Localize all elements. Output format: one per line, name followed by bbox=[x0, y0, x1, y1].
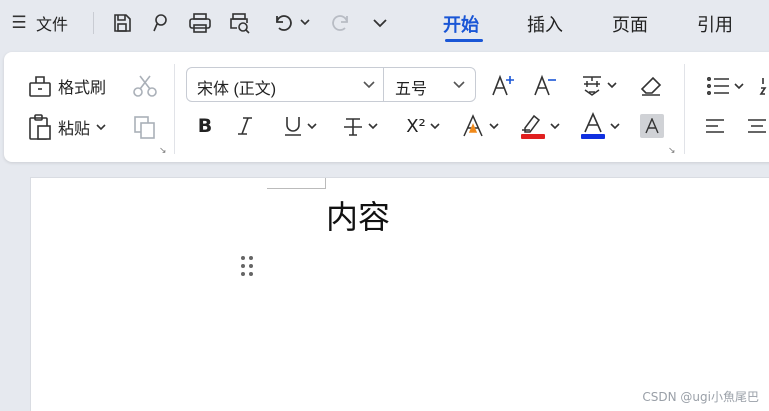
redo-icon[interactable] bbox=[328, 9, 356, 37]
highlighter-icon bbox=[520, 112, 546, 140]
clipboard-launcher-icon[interactable]: ↘ bbox=[159, 146, 167, 156]
chevron-down-icon bbox=[96, 124, 106, 131]
file-menu-button[interactable]: 文件 bbox=[36, 12, 68, 34]
chevron-down-icon bbox=[307, 123, 317, 130]
phonetic-guide-icon[interactable] bbox=[574, 70, 622, 100]
bullet-list-icon[interactable] bbox=[702, 72, 748, 100]
font-selector: 宋体 (正文) 五号 bbox=[186, 67, 476, 102]
tab-insert[interactable]: 插入 bbox=[527, 10, 563, 38]
bold-icon[interactable]: B bbox=[192, 112, 218, 140]
chevron-down-icon bbox=[610, 123, 620, 130]
underline-icon[interactable] bbox=[278, 112, 322, 140]
align-center-icon[interactable] bbox=[744, 114, 769, 138]
strikethrough-icon[interactable] bbox=[338, 112, 382, 140]
superscript-icon: X² bbox=[406, 115, 426, 137]
italic-icon[interactable] bbox=[232, 112, 258, 140]
paste-icon bbox=[29, 114, 51, 140]
font-name-select[interactable]: 宋体 (正文) bbox=[197, 75, 276, 99]
format-painter-label: 格式刷 bbox=[58, 78, 107, 97]
title-bar: ☰ 文件 开始 插入 页面 引用 bbox=[0, 0, 769, 48]
chevron-down-icon bbox=[734, 83, 744, 90]
highlight-color-button[interactable] bbox=[516, 110, 564, 142]
format-painter-large-icon bbox=[29, 76, 51, 97]
paste-button[interactable]: 粘贴 bbox=[26, 113, 106, 141]
paste-label: 粘贴 bbox=[58, 119, 91, 138]
format-painter-button[interactable]: 格式刷 bbox=[26, 72, 106, 100]
copy-icon[interactable] bbox=[130, 113, 160, 141]
font-size-select[interactable]: 五号 bbox=[395, 75, 427, 99]
decrease-font-icon[interactable] bbox=[530, 70, 560, 100]
font-color-icon bbox=[580, 112, 606, 140]
format-painter-icon[interactable] bbox=[146, 9, 174, 37]
font-launcher-icon[interactable]: ↘ bbox=[668, 146, 676, 156]
chevron-down-icon bbox=[368, 123, 378, 130]
superscript-button[interactable]: X² bbox=[398, 112, 448, 140]
undo-icon[interactable] bbox=[268, 9, 296, 37]
margin-crop-mark bbox=[325, 178, 326, 189]
chevron-down-icon[interactable] bbox=[451, 76, 467, 92]
drag-handle-icon[interactable] bbox=[239, 254, 255, 278]
increase-font-icon[interactable] bbox=[488, 70, 518, 100]
tab-page[interactable]: 页面 bbox=[612, 10, 648, 38]
more-icon[interactable] bbox=[366, 9, 394, 37]
chevron-down-icon bbox=[550, 123, 560, 130]
group-separator bbox=[684, 64, 685, 154]
chevron-down-icon bbox=[489, 123, 499, 130]
cut-icon[interactable] bbox=[130, 72, 160, 100]
group-separator bbox=[174, 64, 175, 154]
margin-crop-mark bbox=[267, 188, 325, 189]
tab-home[interactable]: 开始 bbox=[443, 10, 479, 38]
font-color-button[interactable] bbox=[576, 110, 624, 142]
print-icon[interactable] bbox=[186, 9, 214, 37]
chevron-down-icon bbox=[430, 123, 440, 130]
chevron-down-icon[interactable] bbox=[361, 76, 377, 92]
document-text[interactable]: 内容 bbox=[326, 192, 390, 238]
text-effects-icon[interactable] bbox=[456, 112, 504, 140]
save-icon[interactable] bbox=[108, 9, 136, 37]
tab-references[interactable]: 引用 bbox=[697, 10, 733, 38]
chevron-down-icon bbox=[607, 82, 617, 89]
numbered-list-icon[interactable] bbox=[759, 72, 769, 100]
undo-dropdown-icon[interactable] bbox=[298, 15, 312, 29]
align-left-icon[interactable] bbox=[702, 114, 728, 138]
font-divider bbox=[383, 68, 384, 101]
menu-icon[interactable]: ☰ bbox=[8, 12, 30, 34]
document-page[interactable]: 内容 bbox=[30, 177, 769, 411]
clear-formatting-icon[interactable] bbox=[636, 70, 666, 100]
ribbon-home: 格式刷 粘贴 ↘ 宋体 (正文) 五号 B X² ↘ bbox=[4, 52, 769, 162]
toolbar-separator bbox=[93, 12, 94, 34]
print-preview-icon[interactable] bbox=[226, 9, 254, 37]
character-shading-icon[interactable] bbox=[640, 114, 664, 138]
active-tab-indicator bbox=[445, 39, 483, 42]
watermark: CSDN @ugi小魚尾巴 bbox=[642, 390, 759, 404]
